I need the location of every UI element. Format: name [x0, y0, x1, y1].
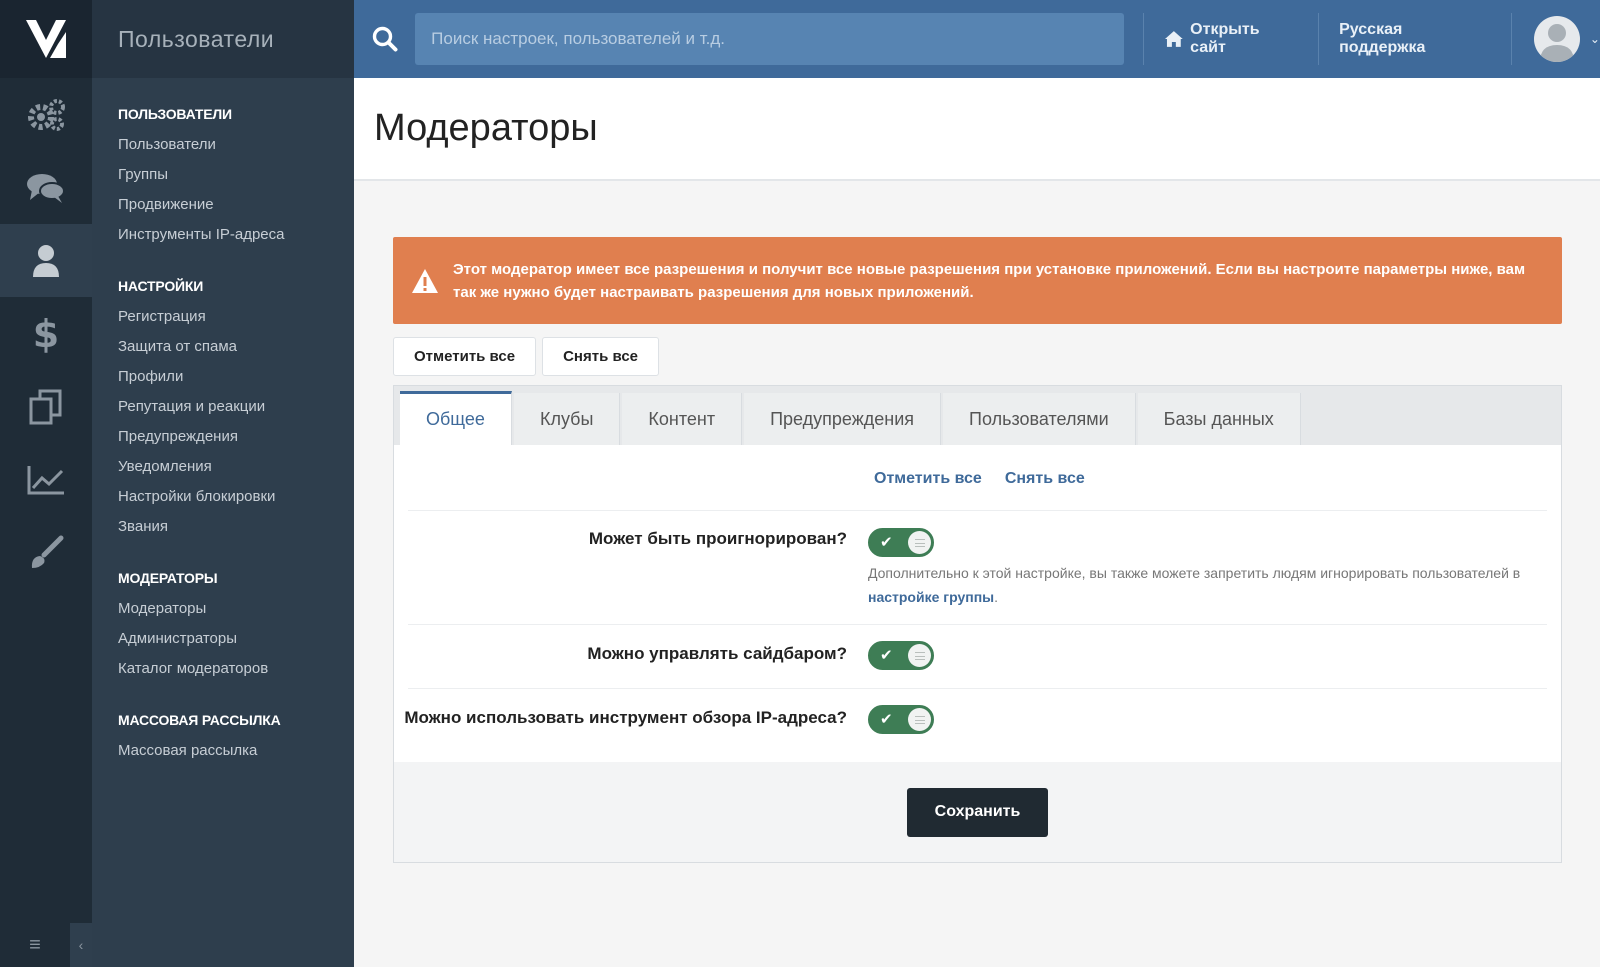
sidebar-item[interactable]: Репутация и реакции — [118, 392, 354, 422]
hint-text: Дополнительно к этой настройке, вы также… — [868, 565, 1521, 581]
sidebar-item[interactable]: Инструменты IP-адреса — [118, 220, 354, 250]
tab-3[interactable]: Предупреждения — [744, 393, 942, 445]
group-settings-link[interactable]: настройке группы — [868, 589, 994, 605]
gears-icon[interactable] — [0, 78, 92, 151]
sidebar-item[interactable]: Настройки блокировки — [118, 482, 354, 512]
setting-row: Может быть проигнорирован? ✔ Дополнитель… — [408, 510, 1547, 624]
form-footer: Сохранить — [394, 762, 1561, 862]
collapse-icon[interactable]: ‹ — [70, 923, 92, 967]
sidebar-item[interactable]: Защита от спама — [118, 332, 354, 362]
toggle-switch[interactable]: ✔ — [868, 641, 934, 670]
page-header: Модераторы — [354, 78, 1600, 181]
sidebar-item[interactable]: Администраторы — [118, 624, 354, 654]
warning-alert: Этот модератор имеет все разрешения и по… — [393, 237, 1562, 324]
chart-icon[interactable] — [0, 443, 92, 516]
sidebar-item[interactable]: Продвижение — [118, 190, 354, 220]
check-icon: ✔ — [880, 647, 893, 664]
quick-check-all-link[interactable]: Отметить все — [874, 470, 982, 488]
tab-2[interactable]: Контент — [622, 393, 743, 445]
logo-icon[interactable] — [0, 0, 92, 78]
warning-icon — [412, 268, 438, 293]
setting-row: Можно использовать инструмент обзора IP-… — [404, 688, 1547, 762]
sidebar-item[interactable]: Модераторы — [118, 594, 354, 624]
bulk-actions: Отметить все Снять все — [393, 337, 660, 376]
save-button[interactable]: Сохранить — [906, 787, 1049, 837]
dollar-icon[interactable]: $ — [0, 297, 92, 370]
sidebar-group: Модераторы Модераторы Администраторы Катало… — [92, 570, 354, 684]
quick-links: Отметить все Снять все — [874, 470, 1085, 488]
hint-suffix: . — [994, 589, 999, 605]
support-label: Русская поддержка — [1339, 21, 1426, 56]
top-bar: Открыть сайт Русская поддержка ⌄ — [354, 0, 1600, 78]
check-icon: ✔ — [880, 711, 893, 728]
sidebar-item[interactable]: Пользователи — [118, 130, 354, 160]
setting-row: Можно управлять сайдбаром? ✔ — [408, 624, 1547, 688]
pages-icon[interactable] — [0, 370, 92, 443]
tab-5[interactable]: Базы данных — [1137, 393, 1301, 445]
chat-icon[interactable] — [0, 151, 92, 224]
sidebar-item[interactable]: Профили — [118, 362, 354, 392]
user-icon[interactable] — [0, 224, 92, 297]
toggle-knob — [908, 708, 931, 731]
sidebar-item[interactable]: Группы — [118, 160, 354, 190]
search-input[interactable] — [415, 13, 1124, 65]
setting-hint: Дополнительно к этой настройке, вы также… — [868, 561, 1528, 609]
menu-icon[interactable]: ≡ — [0, 923, 70, 967]
check-icon: ✔ — [880, 534, 893, 551]
tab-1[interactable]: Клубы — [513, 393, 621, 445]
open-site-link[interactable]: Открыть сайт — [1144, 0, 1318, 78]
icon-rail: $ ≡ ‹ — [0, 0, 92, 967]
sidebar-group-title: Настройки — [118, 278, 204, 294]
user-menu[interactable]: ⌄ — [1512, 16, 1600, 62]
sidebar-group-title: Модераторы — [118, 570, 218, 586]
alert-text: Этот модератор имеет все разрешения и по… — [453, 260, 1526, 301]
avatar[interactable] — [1533, 16, 1580, 62]
setting-label: Можно использовать инструмент обзора IP-… — [404, 708, 847, 727]
quick-uncheck-all-link[interactable]: Снять все — [1005, 470, 1085, 488]
sidebar-group: Настройки Регистрация Защита от спама Профи… — [92, 278, 354, 542]
sidebar-group-title: Массовая рассылка — [118, 712, 281, 728]
sidebar-item[interactable]: Звания — [118, 512, 354, 542]
open-site-label: Открыть сайт — [1190, 21, 1260, 56]
toggle-switch[interactable]: ✔ — [868, 528, 934, 557]
setting-label: Можно управлять сайдбаром? — [587, 644, 847, 663]
sidebar-group: Массовая рассылка Массовая рассылка — [92, 712, 354, 766]
page-title: Модераторы — [374, 107, 598, 149]
sidebar-item[interactable]: Уведомления — [118, 452, 354, 482]
sidebar-item[interactable]: Массовая рассылка — [118, 736, 354, 766]
sidebar-section-title: Пользователи — [92, 0, 354, 78]
toggle-knob — [908, 644, 931, 667]
search-icon[interactable] — [354, 26, 415, 52]
toggle-switch[interactable]: ✔ — [868, 705, 934, 734]
sidebar-item[interactable]: Регистрация — [118, 302, 354, 332]
home-icon — [1165, 31, 1184, 47]
setting-label: Может быть проигнорирован? — [588, 529, 847, 548]
support-link[interactable]: Русская поддержка — [1319, 0, 1511, 78]
sidebar-item[interactable]: Предупреждения — [118, 422, 354, 452]
section-sidebar: Пользователи Пользователи Пользователи Гру… — [92, 0, 354, 967]
sidebar-group: Пользователи Пользователи Группы Продвижени… — [92, 106, 354, 250]
tab-0[interactable]: Общее — [400, 391, 512, 445]
brush-icon[interactable] — [0, 516, 92, 589]
chevron-down-icon[interactable]: ⌄ — [1590, 32, 1600, 46]
permissions-panel: Общее Клубы Контент Предупреждения Пользоват… — [393, 385, 1562, 863]
uncheck-all-button[interactable]: Снять все — [542, 337, 660, 376]
sidebar-item[interactable]: Каталог модераторов — [118, 654, 354, 684]
tab-bar: Общее Клубы Контент Предупреждения Пользоват… — [394, 386, 1561, 445]
tab-4[interactable]: Пользователями — [943, 393, 1136, 445]
toggle-knob — [908, 531, 931, 554]
check-all-button[interactable]: Отметить все — [393, 337, 537, 376]
sidebar-group-title: Пользователи — [118, 106, 232, 122]
